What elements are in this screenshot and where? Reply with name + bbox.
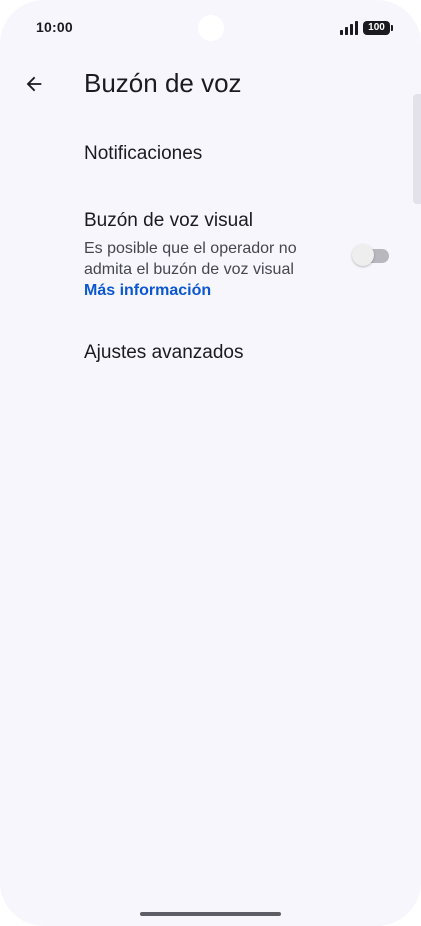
battery-level: 100 bbox=[368, 22, 385, 33]
visual-voicemail-summary: Es posible que el operador no admita el … bbox=[84, 240, 297, 278]
status-bar: 10:00 100 bbox=[0, 0, 421, 56]
battery-icon: 100 bbox=[363, 21, 393, 35]
back-button[interactable] bbox=[14, 64, 54, 104]
notifications-title: Notificaciones bbox=[84, 143, 203, 164]
advanced-settings-title: Ajustes avanzados bbox=[84, 342, 244, 363]
advanced-settings-item[interactable]: Ajustes avanzados bbox=[84, 342, 421, 364]
visual-voicemail-toggle[interactable] bbox=[352, 244, 390, 266]
notifications-item[interactable]: Notificaciones bbox=[84, 143, 421, 165]
status-time: 10:00 bbox=[36, 19, 73, 35]
signal-icon bbox=[340, 21, 358, 35]
visual-voicemail-title: Buzón de voz visual bbox=[84, 210, 253, 231]
arrow-back-icon bbox=[26, 76, 42, 92]
camera-cutout bbox=[198, 15, 224, 41]
app-bar: Buzón de voz bbox=[0, 56, 421, 112]
toggle-thumb bbox=[352, 244, 374, 266]
navigation-handle[interactable] bbox=[140, 912, 281, 916]
page-title: Buzón de voz bbox=[84, 68, 242, 98]
phone-screen: 10:00 100 Buzón de voz Notificaciones Bu… bbox=[0, 0, 421, 926]
more-info-link[interactable]: Más información bbox=[84, 280, 421, 301]
